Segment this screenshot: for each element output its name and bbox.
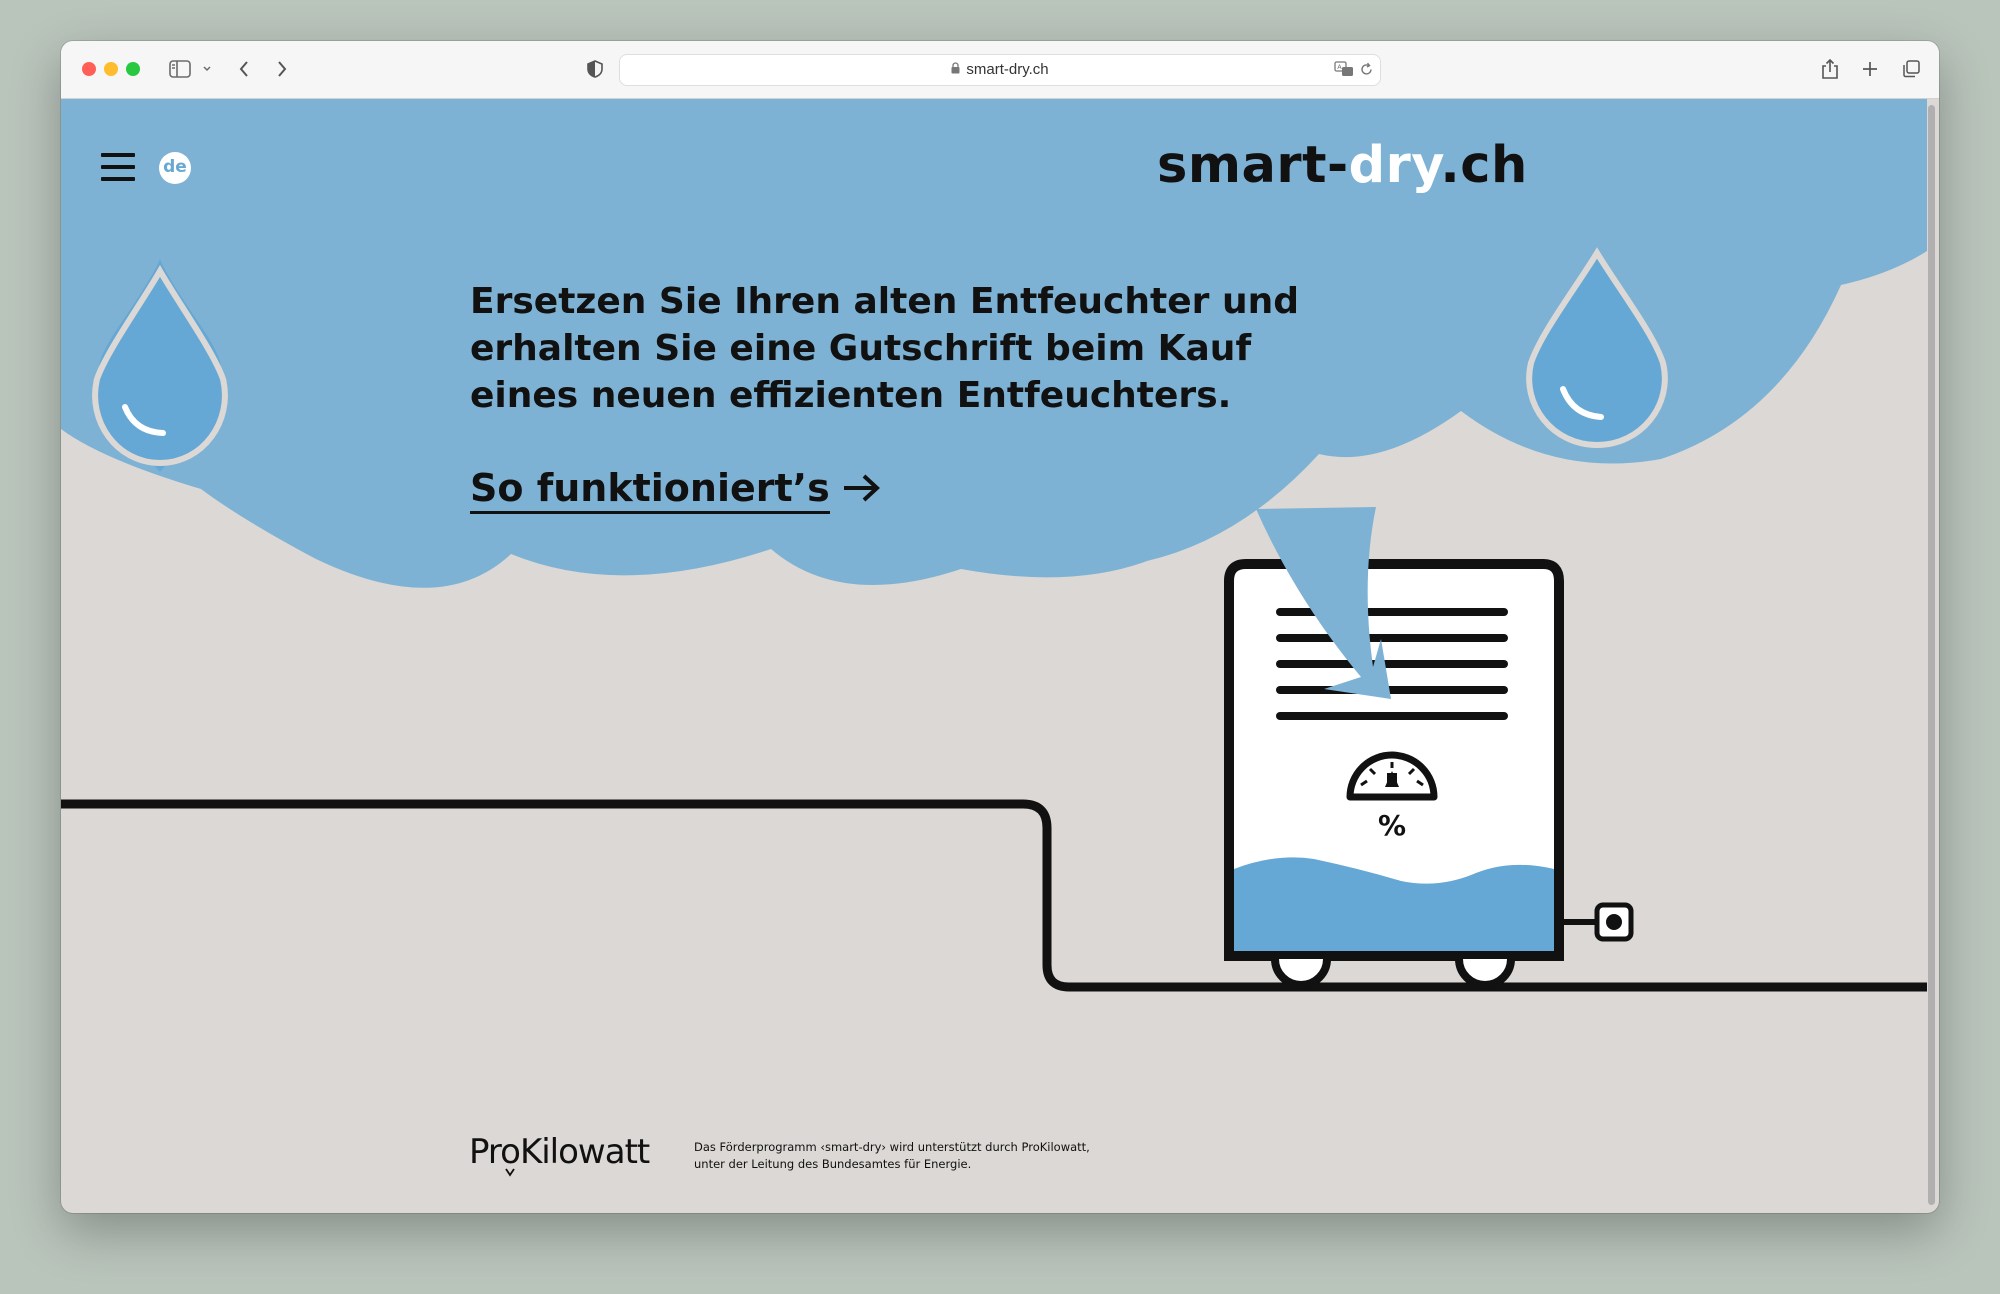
hero-illustration: % [61,99,1927,992]
arrow-right-icon [842,471,882,509]
sidebar-icon[interactable] [165,53,195,85]
device-percent-label: % [1378,809,1406,842]
zoom-window-button[interactable] [126,62,140,76]
lock-icon [951,55,960,85]
back-icon[interactable] [231,53,257,85]
close-window-button[interactable] [82,62,96,76]
svg-text:A: A [1337,63,1342,71]
browser-toolbar: smart-dry.ch A [61,41,1939,99]
cable-line [61,799,1927,992]
reload-icon[interactable] [1359,62,1374,81]
hamburger-icon [101,153,135,183]
power-socket-icon [1594,902,1634,942]
minimize-window-button[interactable] [104,62,118,76]
prokilowatt-logo-text: ProKilowatt [469,1132,650,1172]
logo-text-prefix: smart- [1157,136,1349,195]
dehumidifier-device: % [1224,559,1564,989]
how-it-works-link[interactable]: So funktioniert’s [470,465,882,515]
privacy-shield-icon[interactable] [582,53,608,85]
site-logo[interactable]: smart-dry.ch [1157,136,1528,200]
sponsor-note: Das Förderprogramm ‹smart-dry› wird unte… [694,1140,1090,1171]
translate-icon[interactable]: A [1334,61,1354,81]
language-switch[interactable]: de [159,152,191,184]
forward-icon[interactable] [269,53,295,85]
prokilowatt-logo[interactable]: ProKilowatt [469,1129,659,1183]
device-wheels [1271,958,1515,989]
address-bar-url: smart-dry.ch [620,55,1380,85]
how-it-works-label: So funktioniert’s [470,466,830,514]
share-icon[interactable] [1816,53,1844,85]
page-scrollbar[interactable] [1928,105,1935,1205]
browser-window: smart-dry.ch A % de smart-dry.ch Ersetze… [61,41,1939,1213]
logo-text-suffix: .ch [1440,136,1528,195]
tab-overview-icon[interactable] [1897,53,1925,85]
menu-button[interactable] [101,153,135,183]
logo-text-accent: dry [1348,136,1441,195]
new-tab-icon[interactable] [1856,53,1884,85]
web-page: % de smart-dry.ch Ersetzen Sie Ihren alt… [61,99,1939,1213]
address-bar[interactable]: smart-dry.ch A [619,54,1381,86]
url-text: smart-dry.ch [966,61,1049,78]
chevron-down-icon[interactable] [199,53,215,85]
hero-headline: Ersetzen Sie Ihren alten Entfeuchter und… [470,281,1299,416]
